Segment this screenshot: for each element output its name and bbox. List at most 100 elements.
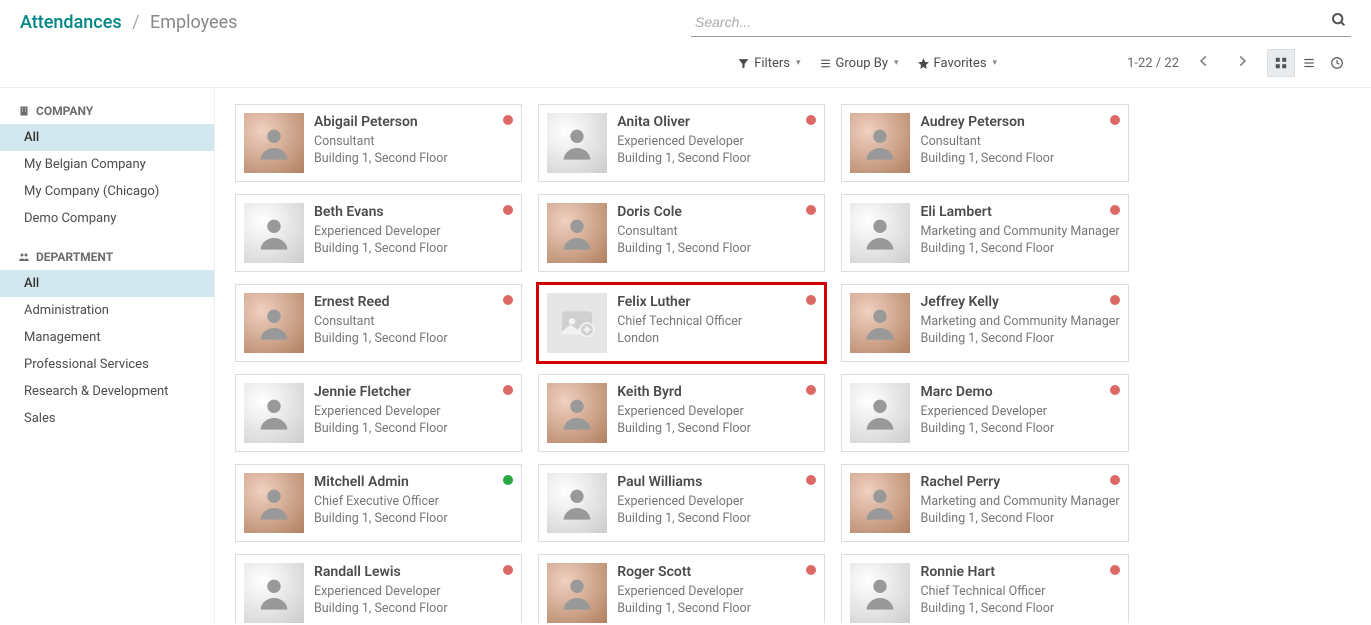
employee-name: Audrey Peterson [920, 113, 1119, 133]
pager-prev-button[interactable] [1191, 54, 1217, 73]
chevron-down-icon: ▾ [993, 58, 998, 68]
employee-info: Anita OliverExperienced DeveloperBuildin… [617, 113, 816, 173]
employee-location: Building 1, Second Floor [314, 420, 513, 438]
employee-location: Building 1, Second Floor [920, 510, 1119, 528]
chevron-left-icon [1197, 54, 1211, 68]
employee-info: Felix LutherChief Technical OfficerLondo… [617, 293, 816, 353]
employee-role: Chief Technical Officer [617, 313, 816, 331]
sidebar-department-item[interactable]: Research & Development [0, 378, 214, 405]
employee-card[interactable]: Jennie FletcherExperienced DeveloperBuil… [235, 374, 522, 452]
employee-card[interactable]: Randall LewisExperienced DeveloperBuildi… [235, 554, 522, 623]
employee-avatar [244, 293, 304, 353]
employee-role: Marketing and Community Manager [920, 313, 1119, 331]
employee-grid: Abigail PetersonConsultantBuilding 1, Se… [235, 104, 1129, 623]
employee-card[interactable]: Audrey PetersonConsultantBuilding 1, Sec… [841, 104, 1128, 182]
employee-info: Ernest ReedConsultantBuilding 1, Second … [314, 293, 513, 353]
kanban-icon [1274, 56, 1288, 70]
users-icon [18, 251, 30, 263]
view-activity-button[interactable] [1323, 49, 1351, 77]
search-icon[interactable] [1331, 12, 1347, 32]
groupby-button[interactable]: Group By ▾ [819, 56, 899, 71]
employee-location: Building 1, Second Floor [314, 600, 513, 618]
pager-next-button[interactable] [1229, 54, 1255, 73]
employee-info: Jennie FletcherExperienced DeveloperBuil… [314, 383, 513, 443]
filters-button[interactable]: Filters ▾ [737, 56, 800, 71]
employee-card[interactable]: Jeffrey KellyMarketing and Community Man… [841, 284, 1128, 362]
view-list-button[interactable] [1295, 49, 1323, 77]
employee-card[interactable]: Marc DemoExperienced DeveloperBuilding 1… [841, 374, 1128, 452]
employee-name: Eli Lambert [920, 203, 1119, 223]
employee-avatar [547, 473, 607, 533]
employee-location: Building 1, Second Floor [617, 150, 816, 168]
employee-role: Experienced Developer [617, 493, 816, 511]
employee-card[interactable]: Paul WilliamsExperienced DeveloperBuildi… [538, 464, 825, 542]
employee-info: Audrey PetersonConsultantBuilding 1, Sec… [920, 113, 1119, 173]
employee-avatar [547, 383, 607, 443]
sidebar-company-section: COMPANY AllMy Belgian CompanyMy Company … [0, 98, 214, 232]
employee-info: Beth EvansExperienced DeveloperBuilding … [314, 203, 513, 263]
sidebar-company-title: COMPANY [0, 98, 214, 124]
employee-info: Mitchell AdminChief Executive OfficerBui… [314, 473, 513, 533]
employee-name: Anita Oliver [617, 113, 816, 133]
employee-location: Building 1, Second Floor [314, 510, 513, 528]
employee-avatar [850, 293, 910, 353]
employee-role: Experienced Developer [314, 223, 513, 241]
sidebar-company-item[interactable]: Demo Company [0, 205, 214, 232]
employee-location: Building 1, Second Floor [920, 600, 1119, 618]
employee-role: Chief Executive Officer [314, 493, 513, 511]
chevron-down-icon: ▾ [796, 58, 801, 68]
star-icon [917, 57, 930, 70]
employee-card[interactable]: Roger ScottExperienced DeveloperBuilding… [538, 554, 825, 623]
sidebar-company-item[interactable]: My Company (Chicago) [0, 178, 214, 205]
employee-location: Building 1, Second Floor [617, 600, 816, 618]
employee-card[interactable]: Ernest ReedConsultantBuilding 1, Second … [235, 284, 522, 362]
employee-location: Building 1, Second Floor [617, 240, 816, 258]
employee-card[interactable]: Mitchell AdminChief Executive OfficerBui… [235, 464, 522, 542]
employee-card[interactable]: Abigail PetersonConsultantBuilding 1, Se… [235, 104, 522, 182]
employee-location: Building 1, Second Floor [920, 150, 1119, 168]
employee-avatar [850, 113, 910, 173]
employee-name: Felix Luther [617, 293, 816, 313]
view-kanban-button[interactable] [1267, 49, 1295, 77]
sidebar-department-section: DEPARTMENT AllAdministrationManagementPr… [0, 244, 214, 432]
employee-name: Keith Byrd [617, 383, 816, 403]
employee-card[interactable]: Ronnie HartChief Technical OfficerBuildi… [841, 554, 1128, 623]
employee-card[interactable]: Felix LutherChief Technical OfficerLondo… [538, 284, 825, 362]
sidebar-department-item[interactable]: Professional Services [0, 351, 214, 378]
search-input[interactable] [691, 8, 1351, 36]
employee-card[interactable]: Beth EvansExperienced DeveloperBuilding … [235, 194, 522, 272]
employee-location: Building 1, Second Floor [617, 420, 816, 438]
employee-info: Paul WilliamsExperienced DeveloperBuildi… [617, 473, 816, 533]
employee-avatar [547, 203, 607, 263]
employee-info: Abigail PetersonConsultantBuilding 1, Se… [314, 113, 513, 173]
employee-card[interactable]: Eli LambertMarketing and Community Manag… [841, 194, 1128, 272]
chevron-right-icon [1235, 54, 1249, 68]
employee-info: Doris ColeConsultantBuilding 1, Second F… [617, 203, 816, 263]
employee-role: Experienced Developer [314, 403, 513, 421]
employee-info: Eli LambertMarketing and Community Manag… [920, 203, 1119, 263]
employee-name: Ronnie Hart [920, 563, 1119, 583]
sidebar-department-item[interactable]: All [0, 270, 214, 297]
breadcrumb-root[interactable]: Attendances [20, 12, 122, 33]
sidebar-company-item[interactable]: All [0, 124, 214, 151]
sidebar-department-item[interactable]: Sales [0, 405, 214, 432]
list-icon [819, 57, 832, 70]
employee-name: Rachel Perry [920, 473, 1119, 493]
employee-role: Consultant [920, 133, 1119, 151]
chevron-down-icon: ▾ [894, 58, 899, 68]
employee-card[interactable]: Doris ColeConsultantBuilding 1, Second F… [538, 194, 825, 272]
sidebar-department-item[interactable]: Administration [0, 297, 214, 324]
favorites-button[interactable]: Favorites ▾ [917, 56, 998, 71]
employee-role: Marketing and Community Manager [920, 223, 1119, 241]
employee-name: Abigail Peterson [314, 113, 513, 133]
employee-card[interactable]: Keith ByrdExperienced DeveloperBuilding … [538, 374, 825, 452]
employee-card[interactable]: Anita OliverExperienced DeveloperBuildin… [538, 104, 825, 182]
employee-info: Marc DemoExperienced DeveloperBuilding 1… [920, 383, 1119, 443]
sidebar-company-item[interactable]: My Belgian Company [0, 151, 214, 178]
employee-location: London [617, 330, 816, 348]
content-area: Abigail PetersonConsultantBuilding 1, Se… [215, 88, 1149, 623]
sidebar-department-item[interactable]: Management [0, 324, 214, 351]
employee-card[interactable]: Rachel PerryMarketing and Community Mana… [841, 464, 1128, 542]
employee-location: Building 1, Second Floor [314, 150, 513, 168]
employee-location: Building 1, Second Floor [314, 240, 513, 258]
